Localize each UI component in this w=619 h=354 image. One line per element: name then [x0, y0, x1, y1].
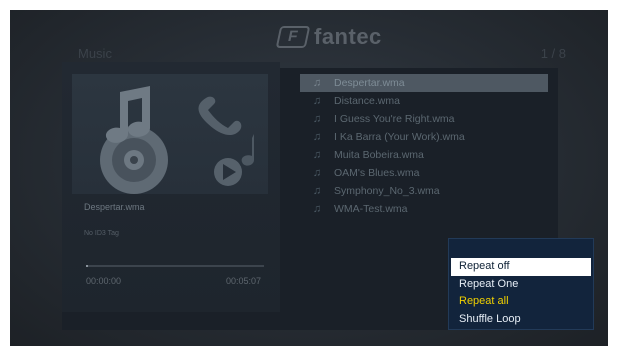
music-artwork-icon	[100, 86, 254, 194]
playlist-item-label: OAM's Blues.wma	[334, 167, 420, 179]
section-title: Music	[78, 46, 112, 61]
menu-item-repeat-all[interactable]: Repeat all	[451, 293, 591, 311]
brand-logo: F fantec	[275, 24, 382, 50]
playlist-item[interactable]: ♫ I Ka Barra (Your Work).wma	[300, 128, 548, 146]
album-art-placeholder	[72, 74, 268, 194]
playlist-item-label: I Ka Barra (Your Work).wma	[334, 131, 465, 143]
music-note-icon: ♫	[312, 95, 322, 107]
repeat-mode-menu: Repeat off Repeat One Repeat all Shuffle…	[448, 238, 594, 330]
playlist-item-label: Symphony_No_3.wma	[334, 185, 440, 197]
playlist-item-label: Muita Bobeira.wma	[334, 149, 424, 161]
music-note-icon: ♫	[312, 113, 322, 125]
music-note-icon: ♫	[312, 77, 322, 89]
menu-item-repeat-one[interactable]: Repeat One	[451, 276, 591, 294]
music-note-icon: ♫	[312, 167, 322, 179]
playback-progress-fill	[86, 265, 88, 267]
menu-item-shuffle-loop[interactable]: Shuffle Loop	[451, 311, 591, 329]
playlist-item-label: Distance.wma	[334, 95, 400, 107]
page-indicator: 1 / 8	[540, 46, 566, 61]
music-note-icon: ♫	[312, 131, 322, 143]
brand-logo-mark: F	[275, 26, 311, 48]
now-playing-title: Despertar.wma	[84, 202, 145, 212]
id3-tag-info: No ID3 Tag	[84, 230, 119, 237]
playlist-item-label: I Guess You're Right.wma	[334, 113, 455, 125]
playlist-item[interactable]: ♫ I Guess You're Right.wma	[300, 110, 548, 128]
playlist-item[interactable]: ♫ Muita Bobeira.wma	[300, 146, 548, 164]
music-note-icon: ♫	[312, 203, 322, 215]
music-note-icon: ♫	[312, 149, 322, 161]
playlist: ♫ Despertar.wma ♫ Distance.wma ♫ I Guess…	[300, 74, 548, 218]
playlist-item[interactable]: ♫ OAM's Blues.wma	[300, 164, 548, 182]
total-time: 00:05:07	[226, 276, 262, 286]
menu-item-repeat-off[interactable]: Repeat off	[451, 258, 591, 276]
playlist-item[interactable]: ♫ Distance.wma	[300, 92, 548, 110]
elapsed-time: 00:00:00	[86, 276, 122, 286]
playlist-item-label: WMA-Test.wma	[334, 203, 408, 215]
music-note-icon: ♫	[312, 185, 322, 197]
playback-progress-bar[interactable]	[86, 265, 264, 267]
playlist-item[interactable]: ♫ Despertar.wma	[300, 74, 548, 92]
playlist-item[interactable]: ♫ Symphony_No_3.wma	[300, 182, 548, 200]
playlist-item[interactable]: ♫ WMA-Test.wma	[300, 200, 548, 218]
brand-name: fantec	[314, 24, 382, 49]
playlist-item-label: Despertar.wma	[334, 77, 405, 89]
